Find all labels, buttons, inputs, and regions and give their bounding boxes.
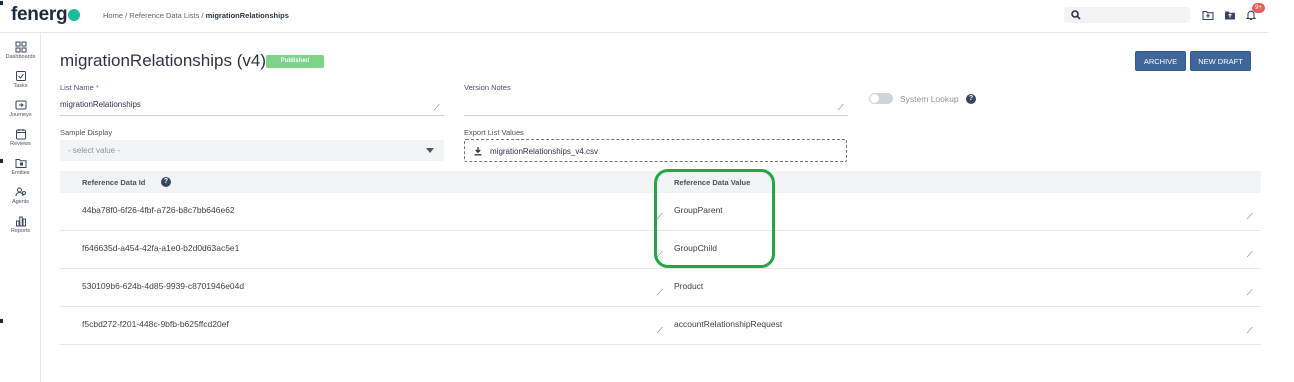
highlight-annotation (654, 169, 775, 268)
journeys-icon (15, 100, 26, 110)
sidebar-item-tasks[interactable]: Tasks (0, 70, 41, 89)
notification-count-badge: 9+ (1252, 3, 1265, 13)
list-name-underline (60, 115, 444, 116)
tasks-icon (15, 71, 26, 81)
cell-reference-data-id: 530109b6-624b-4d85-9939-c8701946e04d (82, 281, 245, 291)
sidebar-item-entities[interactable]: Entities (0, 157, 41, 176)
resize-handle-icon[interactable]: ⟋ (838, 104, 844, 112)
app-root: fenerg Home / Reference Data Lists / mig… (0, 0, 1294, 382)
edge-marker (0, 159, 3, 163)
breadcrumb-reference-data-lists[interactable]: Reference Data Lists (129, 11, 199, 20)
sidebar-item-journeys[interactable]: Journeys (0, 99, 41, 118)
edit-icon[interactable]: ⟋ (1247, 288, 1253, 298)
cell-reference-data-id: f646635d-a454-42fa-a1e0-b2d0d63ac5e1 (82, 243, 240, 253)
status-badge: Published (266, 55, 324, 68)
breadcrumb: Home / Reference Data Lists / migrationR… (103, 11, 289, 20)
system-lookup-toggle[interactable] (869, 93, 893, 104)
table-row[interactable]: 530109b6-624b-4d85-9939-c8701946e04d ⟋ P… (60, 269, 1261, 307)
version-notes-label: Version Notes (464, 83, 511, 92)
reports-icon (15, 216, 26, 227)
sidebar-label: Entities (11, 170, 30, 176)
dashboard-icon (15, 41, 26, 53)
download-icon (474, 147, 482, 156)
sidebar-label: Agents (11, 199, 30, 205)
version-notes-underline (464, 115, 848, 116)
table-row[interactable]: f5cbd272-f201-448c-9bfb-b625ffcd20ef ⟋ a… (60, 307, 1261, 345)
sample-display-label: Sample Display (60, 128, 113, 137)
fenergo-logo[interactable]: fenerg (11, 4, 81, 26)
sidebar-item-agents[interactable]: Agents (0, 186, 41, 205)
global-search[interactable] (1064, 7, 1190, 23)
breadcrumb-current: migrationRelationships (205, 11, 289, 20)
chevron-down-icon (426, 148, 434, 153)
sample-display-select[interactable]: - select value - (60, 140, 444, 161)
logo-dot-icon (68, 9, 81, 21)
reviews-icon (15, 129, 26, 140)
edit-icon[interactable]: ⟋ (657, 288, 663, 298)
export-download-box[interactable]: migrationRelationships_v4.csv (464, 139, 847, 162)
logo-text: fenerg (11, 4, 68, 25)
cell-reference-data-value[interactable]: accountRelationshipRequest (674, 319, 782, 329)
export-file-name[interactable]: migrationRelationships_v4.csv (490, 147, 598, 156)
edit-icon[interactable]: ⟋ (657, 326, 663, 336)
sidebar-item-reports[interactable]: Reports (0, 215, 41, 234)
sidebar-label: Dashboards (5, 54, 36, 60)
breadcrumb-home[interactable]: Home (103, 11, 123, 20)
export-list-label: Export List Values (464, 128, 524, 137)
search-icon (1071, 10, 1081, 20)
help-icon[interactable]: ? (161, 177, 171, 187)
folder-upload-icon[interactable] (1224, 9, 1236, 21)
edge-marker (0, 319, 3, 323)
sidebar-label: Reports (10, 228, 31, 234)
search-input[interactable] (1086, 8, 1186, 22)
list-name-label: List Name * (60, 83, 99, 92)
sidebar: Dashboards Tasks Journeys Reviews Entiti… (0, 33, 41, 382)
cell-reference-data-id: f5cbd272-f201-448c-9bfb-b625ffcd20ef (82, 319, 229, 329)
entities-icon (15, 159, 26, 168)
list-name-field[interactable]: migrationRelationships (60, 100, 141, 109)
page-title: migrationRelationships (v4) (60, 51, 266, 70)
new-draft-button[interactable]: NEW DRAFT (1190, 51, 1251, 71)
new-folder-icon[interactable] (1202, 9, 1214, 21)
column-header-reference-data-id[interactable]: Reference Data Id (82, 178, 145, 187)
cell-reference-data-id: 44ba78f0-6f26-4fbf-a726-b8c7bb646e62 (82, 205, 235, 215)
sidebar-item-reviews[interactable]: Reviews (0, 128, 41, 147)
agents-icon (15, 187, 26, 197)
sidebar-label: Journeys (9, 112, 32, 118)
help-icon[interactable]: ? (966, 94, 976, 104)
list-name-label-text: List Name (60, 83, 94, 92)
edit-icon[interactable]: ⟋ (1247, 212, 1253, 222)
edge-marker (0, 1, 3, 5)
top-bar: fenerg Home / Reference Data Lists / mig… (0, 0, 1268, 33)
sidebar-item-dashboards[interactable]: Dashboards (0, 41, 41, 60)
cell-reference-data-value[interactable]: Product (674, 281, 703, 291)
resize-handle-icon[interactable]: ⟋ (434, 104, 440, 112)
required-mark: * (95, 83, 99, 92)
edit-icon[interactable]: ⟋ (1247, 250, 1253, 260)
sidebar-label: Tasks (13, 83, 28, 89)
system-lookup-label: System Lookup (900, 94, 959, 104)
archive-button[interactable]: ARCHIVE (1135, 51, 1186, 71)
edit-icon[interactable]: ⟋ (1247, 326, 1253, 336)
sample-display-placeholder: - select value - (68, 146, 121, 155)
sidebar-label: Reviews (10, 141, 31, 147)
